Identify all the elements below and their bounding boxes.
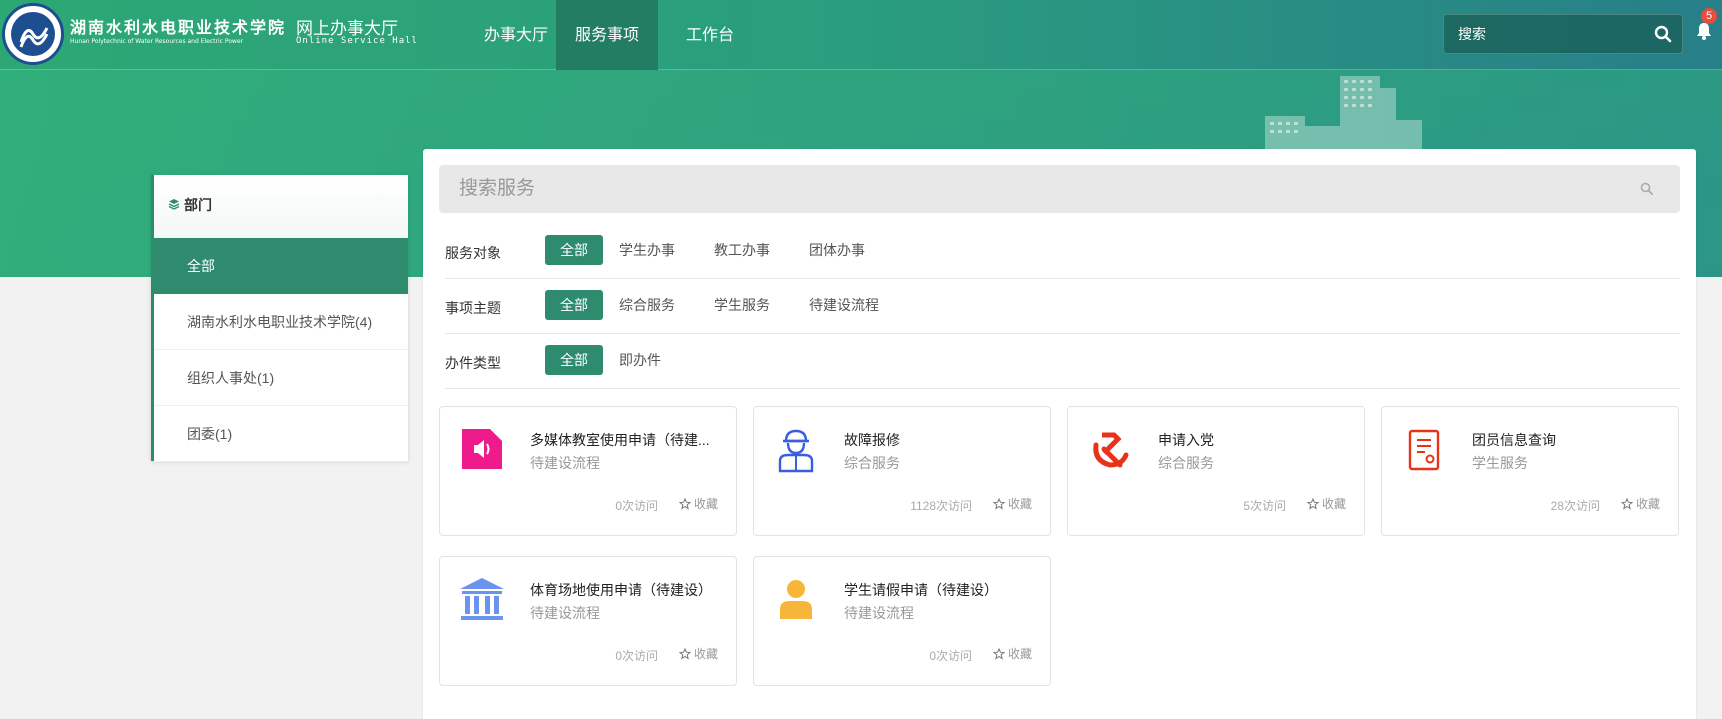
nav-service-items[interactable]: 服务事项 (556, 0, 658, 70)
filter-chip-all[interactable]: 全部 (545, 290, 603, 320)
service-card[interactable]: 多媒体教室使用申请（待建... 待建设流程 0次访问 收藏 (439, 406, 737, 536)
bell-icon[interactable] (1696, 22, 1712, 40)
favorite-button[interactable]: 收藏 (992, 495, 1032, 512)
favorite-button[interactable]: 收藏 (678, 495, 718, 512)
filter-chip-all[interactable]: 全部 (545, 235, 603, 265)
document-icon (1408, 429, 1440, 471)
star-icon (992, 647, 1005, 660)
card-title: 多媒体教室使用申请（待建... (530, 432, 710, 448)
card-title: 学生请假申请（待建设） (844, 582, 998, 598)
party-emblem-icon (1093, 432, 1129, 468)
card-category: 待建设流程 (530, 605, 600, 621)
sidebar-item-college[interactable]: 湖南水利水电职业技术学院(4) (154, 294, 408, 350)
card-category: 待建设流程 (844, 605, 914, 621)
search-icon[interactable] (1640, 182, 1654, 196)
card-category: 学生服务 (1472, 455, 1528, 471)
card-title: 故障报修 (844, 432, 900, 448)
card-category: 综合服务 (844, 455, 900, 471)
filter-label: 办件类型 (445, 355, 501, 371)
top-search-input[interactable] (1458, 15, 1638, 53)
card-category: 综合服务 (1158, 455, 1214, 471)
nav-workbench[interactable]: 工作台 (668, 0, 752, 70)
card-visits: 5次访问 (1243, 499, 1286, 513)
card-visits: 0次访问 (929, 649, 972, 663)
filter-topic: 事项主题 全部 综合服务 学生服务 待建设流程 (445, 279, 1680, 334)
service-card[interactable]: 申请入党 综合服务 5次访问 收藏 (1067, 406, 1365, 536)
favorite-label: 收藏 (693, 497, 718, 511)
sidebar-header: 部门 (154, 175, 408, 238)
favorite-label: 收藏 (1321, 497, 1346, 511)
sidebar-item-youth-league[interactable]: 团委(1) (154, 406, 408, 462)
service-search-input[interactable] (459, 165, 1609, 213)
star-icon (678, 647, 691, 660)
department-sidebar: 部门 全部 湖南水利水电职业技术学院(4) 组织人事处(1) 团委(1) (151, 175, 408, 462)
filter-chip-general[interactable]: 综合服务 (615, 290, 679, 320)
filter-service-target: 服务对象 全部 学生办事 教工办事 团体办事 (445, 224, 1680, 279)
service-card[interactable]: 故障报修 综合服务 1128次访问 收藏 (753, 406, 1051, 536)
filter-chip-all[interactable]: 全部 (545, 345, 603, 375)
logo-wave-icon (19, 27, 49, 48)
favorite-button[interactable]: 收藏 (1306, 495, 1346, 512)
top-navbar: 湖南水利水电职业技术学院 Hunan Polytechnic of Water … (0, 0, 1722, 70)
building-icon (460, 578, 504, 620)
card-title: 申请入党 (1158, 432, 1214, 448)
favorite-label: 收藏 (1007, 647, 1032, 661)
filter-chip-group[interactable]: 团体办事 (805, 235, 869, 265)
favorite-button[interactable]: 收藏 (1620, 495, 1660, 512)
star-icon (992, 497, 1005, 510)
nav-service-hall[interactable]: 办事大厅 (466, 0, 566, 70)
star-icon (1306, 497, 1319, 510)
school-name-en: Hunan Polytechnic of Water Resources and… (70, 38, 243, 45)
filter-type: 办件类型 全部 即办件 (445, 334, 1680, 389)
service-card[interactable]: 团员信息查询 学生服务 28次访问 收藏 (1381, 406, 1679, 536)
worker-icon (778, 429, 814, 473)
favorite-button[interactable]: 收藏 (678, 645, 718, 662)
filter-label: 事项主题 (445, 300, 501, 316)
favorite-label: 收藏 (1007, 497, 1032, 511)
card-visits: 0次访问 (615, 499, 658, 513)
top-search-box (1443, 14, 1683, 54)
sidebar-item-hr[interactable]: 组织人事处(1) (154, 350, 408, 406)
person-icon (780, 580, 812, 619)
card-category: 待建设流程 (530, 455, 600, 471)
filter-chip-pending[interactable]: 待建设流程 (805, 290, 883, 320)
service-search-box (439, 165, 1680, 213)
star-icon (678, 497, 691, 510)
filter-chip-student-service[interactable]: 学生服务 (710, 290, 774, 320)
card-visits: 0次访问 (615, 649, 658, 663)
sidebar-title: 部门 (184, 198, 212, 214)
card-visits: 28次访问 (1550, 499, 1600, 513)
card-title: 团员信息查询 (1472, 432, 1556, 448)
service-card[interactable]: 学生请假申请（待建设） 待建设流程 0次访问 收藏 (753, 556, 1051, 686)
buildings-illustration (1265, 76, 1422, 150)
school-name-cn: 湖南水利水电职业技术学院 (70, 18, 287, 37)
favorite-label: 收藏 (693, 647, 718, 661)
search-icon[interactable] (1654, 25, 1672, 43)
favorite-button[interactable]: 收藏 (992, 645, 1032, 662)
filter-chip-staff[interactable]: 教工办事 (710, 235, 774, 265)
favorite-label: 收藏 (1635, 497, 1660, 511)
sidebar-item-all[interactable]: 全部 (154, 238, 408, 294)
notification-badge: 5 (1701, 8, 1717, 24)
speaker-icon (462, 429, 502, 469)
service-card[interactable]: 体育场地使用申请（待建设） 待建设流程 0次访问 收藏 (439, 556, 737, 686)
filter-chip-student[interactable]: 学生办事 (615, 235, 679, 265)
card-visits: 1128次访问 (910, 499, 972, 513)
school-logo[interactable] (2, 3, 64, 65)
filter-label: 服务对象 (445, 245, 501, 261)
star-icon (1620, 497, 1633, 510)
services-panel: 服务对象 全部 学生办事 教工办事 团体办事 事项主题 全部 综合服务 学生服务… (423, 149, 1696, 719)
layers-icon (168, 175, 180, 238)
portal-title-en: Online Service Hall (296, 36, 418, 46)
filter-chip-instant[interactable]: 即办件 (615, 345, 665, 375)
card-title: 体育场地使用申请（待建设） (530, 582, 712, 598)
